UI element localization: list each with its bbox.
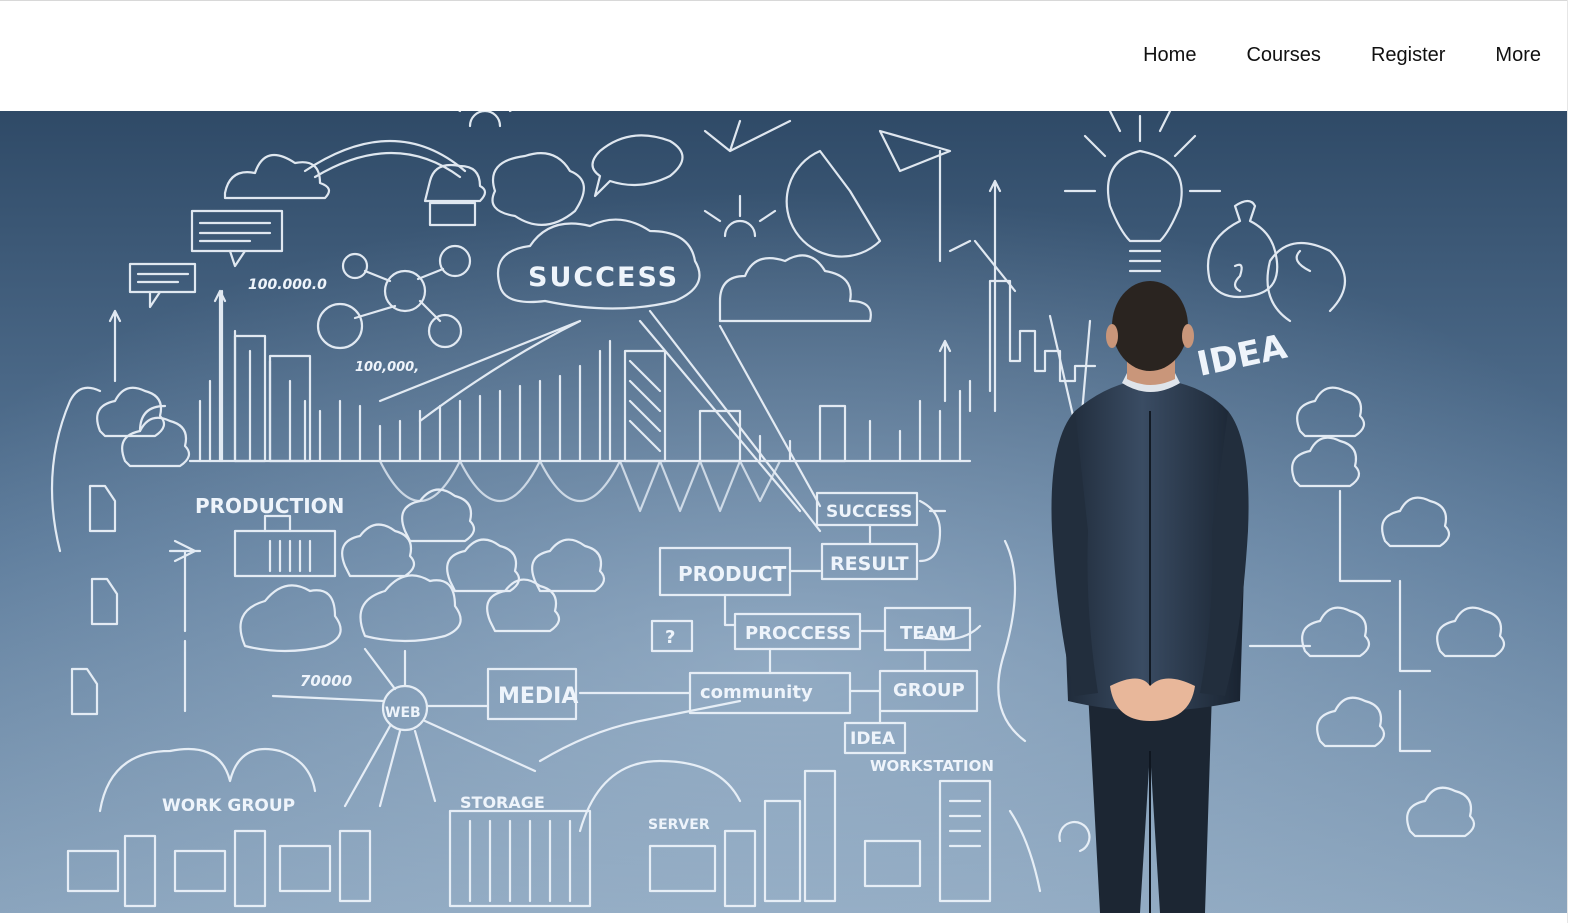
nav-more-link[interactable]: More <box>1495 43 1541 67</box>
nav-home-link[interactable]: Home <box>1143 43 1196 67</box>
sketch-work-group-label: WORK GROUP <box>162 796 295 816</box>
sketch-team-label: TEAM <box>900 623 956 644</box>
sketch-number-100000: 100,000, <box>355 360 419 375</box>
main-nav: Home Courses Register More <box>1093 43 1541 67</box>
site-header: Home Courses Register More <box>0 1 1568 111</box>
scrollbar-gutter[interactable] <box>1567 0 1586 923</box>
sketch-success-box-label: SUCCESS <box>826 502 912 522</box>
sketch-number-70000: 70000 <box>300 672 352 690</box>
nav-courses-link[interactable]: Courses <box>1246 43 1320 67</box>
sketch-production-label: PRODUCTION <box>195 494 344 518</box>
sketch-number-100000-0: 100.000.0 <box>248 277 327 293</box>
sketch-server-label: SERVER <box>648 817 710 833</box>
sketch-question-mark: ? <box>665 627 675 648</box>
sketch-product-label: PRODUCT <box>678 562 787 586</box>
sketch-success-heading: SUCCESS <box>528 262 679 293</box>
sketch-idea-box-label: IDEA <box>850 729 896 749</box>
sketch-process-label: PROCCESS <box>745 623 851 644</box>
sketch-workstation-label: WORKSTATION <box>870 757 994 775</box>
sketch-web-label: WEB <box>385 705 421 721</box>
sketch-media-label: MEDIA <box>498 684 578 709</box>
nav-register-link[interactable]: Register <box>1371 43 1445 67</box>
hero-illustration: SUCCESS PRODUCTION SUCCESS RESULT PRODUC… <box>0 111 1568 913</box>
sketch-community-label: community <box>700 682 813 703</box>
sketch-result-label: RESULT <box>830 553 909 575</box>
sketch-storage-label: STORAGE <box>460 793 545 812</box>
hero-banner: SUCCESS PRODUCTION SUCCESS RESULT PRODUC… <box>0 111 1568 913</box>
sketch-group-label: GROUP <box>893 680 965 701</box>
